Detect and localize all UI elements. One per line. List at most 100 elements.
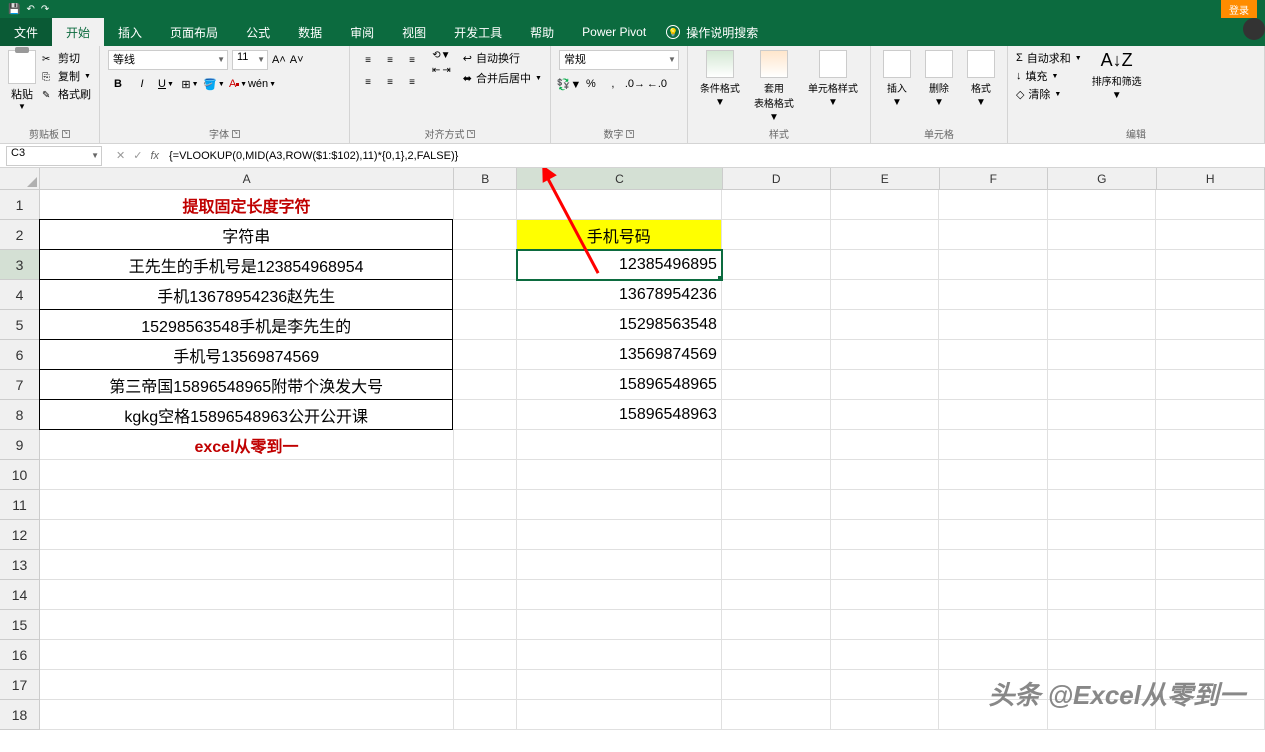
cell-C14[interactable] [517, 580, 722, 610]
cell-A10[interactable] [40, 460, 454, 490]
cell-E14[interactable] [831, 580, 940, 610]
select-all-corner[interactable] [0, 168, 40, 190]
cell-D13[interactable] [722, 550, 831, 580]
fill-button[interactable]: ↓填充▼ [1016, 68, 1082, 84]
cell-D11[interactable] [722, 490, 831, 520]
fill-color-button[interactable]: 🪣▼ [204, 74, 224, 94]
cell-A14[interactable] [40, 580, 454, 610]
cell-E9[interactable] [831, 430, 940, 460]
cell-H5[interactable] [1156, 310, 1265, 340]
tab-pivot[interactable]: Power Pivot [568, 18, 660, 46]
comma-button[interactable]: , [603, 74, 623, 94]
cell-D6[interactable] [722, 340, 831, 370]
cond-format-button[interactable]: 条件格式▼ [696, 50, 744, 124]
cell-A13[interactable] [40, 550, 454, 580]
cell-B1[interactable] [454, 190, 517, 220]
col-header-F[interactable]: F [940, 168, 1049, 189]
align-right-button[interactable]: ≡ [402, 72, 422, 92]
cell-F12[interactable] [939, 520, 1048, 550]
tab-formulas[interactable]: 公式 [232, 18, 284, 46]
cell-H11[interactable] [1156, 490, 1265, 520]
cell-B17[interactable] [454, 670, 517, 700]
cell-A2[interactable]: 字符串 [39, 219, 453, 250]
cell-H2[interactable] [1156, 220, 1265, 250]
cell-E3[interactable] [831, 250, 940, 280]
cell-H14[interactable] [1156, 580, 1265, 610]
cell-C9[interactable] [517, 430, 722, 460]
cell-E17[interactable] [831, 670, 940, 700]
tab-dev[interactable]: 开发工具 [440, 18, 516, 46]
align-top-button[interactable]: ≡ [358, 50, 378, 70]
cell-F11[interactable] [939, 490, 1048, 520]
cell-C8[interactable]: 15896548963 [517, 400, 722, 430]
cell-D12[interactable] [722, 520, 831, 550]
tab-view[interactable]: 视图 [388, 18, 440, 46]
row-header-12[interactable]: 12 [0, 520, 39, 550]
cell-B6[interactable] [453, 340, 516, 370]
cell-D8[interactable] [722, 400, 831, 430]
cell-E7[interactable] [831, 370, 940, 400]
cell-H13[interactable] [1156, 550, 1265, 580]
cut-button[interactable]: 剪切 [42, 50, 91, 66]
tell-me[interactable]: 💡 操作说明搜索 [666, 24, 758, 41]
cell-D7[interactable] [722, 370, 831, 400]
sort-filter-button[interactable]: A↓Z排序和筛选▼ [1088, 50, 1146, 124]
cell-F4[interactable] [939, 280, 1048, 310]
cell-A11[interactable] [40, 490, 454, 520]
cell-D14[interactable] [722, 580, 831, 610]
font-name-select[interactable]: 等线▼ [108, 50, 228, 70]
indent-inc-button[interactable]: ⇥ [442, 65, 450, 76]
tab-review[interactable]: 审阅 [336, 18, 388, 46]
cell-E15[interactable] [831, 610, 940, 640]
insert-cell-button[interactable]: 插入▼ [879, 50, 915, 124]
cell-E4[interactable] [831, 280, 940, 310]
cell-B2[interactable] [453, 220, 516, 250]
clear-button[interactable]: ◇清除▼ [1016, 86, 1082, 102]
cell-H10[interactable] [1156, 460, 1265, 490]
cell-A12[interactable] [40, 520, 454, 550]
cell-H9[interactable] [1156, 430, 1265, 460]
align-dialog-icon[interactable] [467, 130, 475, 138]
percent-button[interactable]: % [581, 74, 601, 94]
cell-A3[interactable]: 王先生的手机号是123854968954 [39, 249, 453, 280]
row-header-10[interactable]: 10 [0, 460, 39, 490]
sign-in-button[interactable]: 登录 [1221, 0, 1257, 18]
cell-A16[interactable] [40, 640, 454, 670]
cell-G15[interactable] [1048, 610, 1157, 640]
cell-C16[interactable] [517, 640, 722, 670]
fx-icon[interactable]: fx [150, 150, 159, 162]
cell-H16[interactable] [1156, 640, 1265, 670]
row-header-1[interactable]: 1 [0, 190, 39, 220]
cell-C15[interactable] [517, 610, 722, 640]
align-middle-button[interactable]: ≡ [380, 50, 400, 70]
cell-G11[interactable] [1048, 490, 1157, 520]
cell-F14[interactable] [939, 580, 1048, 610]
row-header-16[interactable]: 16 [0, 640, 39, 670]
cell-E6[interactable] [831, 340, 940, 370]
italic-button[interactable]: I [132, 74, 152, 94]
autosum-button[interactable]: Σ自动求和▼ [1016, 50, 1082, 66]
cell-G3[interactable] [1048, 250, 1157, 280]
cell-F1[interactable] [939, 190, 1048, 220]
cell-D10[interactable] [722, 460, 831, 490]
paste-button[interactable]: 粘贴 ▼ [8, 50, 36, 124]
row-header-11[interactable]: 11 [0, 490, 39, 520]
save-icon[interactable]: 💾 [8, 4, 20, 15]
cell-A8[interactable]: kgkg空格15896548963公开公开课 [39, 399, 453, 430]
delete-cell-button[interactable]: 删除▼ [921, 50, 957, 124]
fx-cancel-button[interactable]: ✕ [116, 149, 125, 162]
cell-E11[interactable] [831, 490, 940, 520]
fx-enter-button[interactable]: ✓ [133, 149, 142, 162]
cell-C18[interactable] [517, 700, 722, 730]
tab-insert[interactable]: 插入 [104, 18, 156, 46]
row-header-9[interactable]: 9 [0, 430, 39, 460]
cell-E13[interactable] [831, 550, 940, 580]
cell-B3[interactable] [453, 250, 516, 280]
cell-C2[interactable]: 手机号码 [517, 220, 722, 250]
cell-B18[interactable] [454, 700, 517, 730]
avatar-icon[interactable] [1243, 18, 1265, 40]
cell-D16[interactable] [722, 640, 831, 670]
cell-F3[interactable] [939, 250, 1048, 280]
cell-F8[interactable] [939, 400, 1048, 430]
undo-icon[interactable]: ↶ [26, 4, 34, 15]
